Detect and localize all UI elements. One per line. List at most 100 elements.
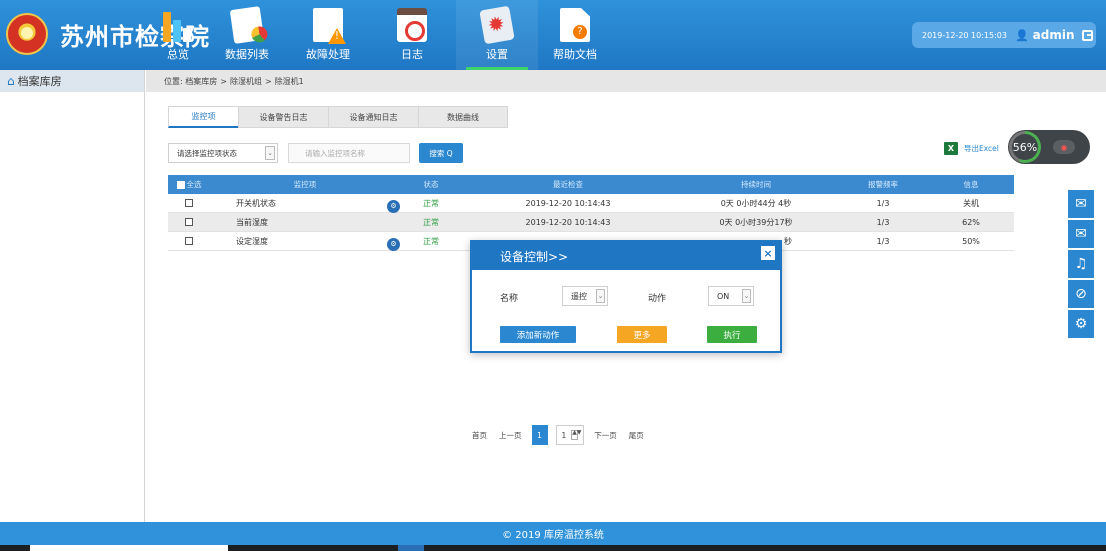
dialog-title: 设备控制>> [500,249,569,264]
breadcrumb-separator: > [264,76,272,86]
cell-status: 正常 [423,198,439,208]
next-page-link[interactable]: 下一页 [588,425,623,445]
nav-log[interactable]: 日志 [368,0,456,70]
select-all-checkbox[interactable] [176,181,185,189]
control-icon[interactable]: ⚙ [387,199,400,213]
row-checkbox[interactable] [185,199,193,207]
nav-label: 数据列表 [225,48,269,61]
execute-button[interactable]: 执行 [707,326,757,343]
header-cell: 信息 [963,180,979,189]
bell-icon[interactable]: ♫ [1068,250,1094,278]
nav-fault-handling[interactable]: 故障处理 [288,0,368,70]
control-icon[interactable]: ⚙ [387,237,400,251]
chevron-down-icon: ⌄ [596,289,605,303]
page-jump-input[interactable]: 1 ▲▼ [555,425,585,445]
breadcrumb-item: 除湿机1 [274,76,304,86]
taskbar-strip [0,545,1106,551]
row-checkbox-cell[interactable] [168,218,210,227]
gauge-percent: 56% [1012,134,1038,160]
table-row: 开关机状态 ⚙ 正常 2019-12-20 10:14:43 0天 0小时44分 … [168,194,1014,213]
dialog-body: 名称 遥控 ⌄ 动作 ON ⌄ 添加新动作 更多 执行 [472,270,780,351]
row-checkbox-cell[interactable] [168,237,210,246]
header-cell: 全选 [186,180,202,189]
sidebar-item-archive-room[interactable]: ⌂ 档案库房 [0,70,144,92]
bar-chart-icon [163,8,193,42]
breadcrumb-prefix: 位置: [164,76,183,86]
user-box: 2019-12-20 10:15:03 👤 admin [912,22,1096,48]
taskbar-block [398,545,424,551]
cell-last-check: 2019-12-20 10:14:43 [525,217,611,227]
cell-name: 设定湿度 ⚙ [210,236,400,251]
logout-icon[interactable] [1081,29,1093,41]
right-toolbar: ✉ ✉ ♫ ⊘ ⚙ [1068,190,1094,340]
usage-gauge: 56% ◉ [1008,130,1090,164]
table-header: 全选 监控项 状态 最近检查 持续时间 报警频率 信息 [168,175,1014,194]
first-page-link[interactable]: 首页 [466,425,493,445]
monitor-name: 当前湿度 [236,217,268,227]
device-control-dialog: 设备控制>> × 名称 遥控 ⌄ 动作 ON ⌄ 添加新动作 更多 执行 [470,240,782,353]
excel-icon: X [944,142,958,155]
nav-help-docs[interactable]: 帮助文档 [538,0,612,70]
action-select[interactable]: ON ⌄ [708,286,754,306]
nav-settings[interactable]: 设置 [456,0,538,70]
filter-row: 请选择监控项状态 ⌄ 请输入监控项名称 搜索 Q [168,142,463,164]
footer-text: © 2019 库房温控系统 [502,530,604,541]
close-icon[interactable]: × [761,246,775,260]
sidebar: ⌂ 档案库房 [0,70,145,522]
header-cell: 最近检查 [553,180,583,189]
breadcrumb-separator: > [220,76,227,86]
prev-page-link[interactable]: 上一页 [493,425,528,445]
name-select[interactable]: 遥控 ⌄ [562,286,608,306]
cell-name: 当前湿度 [210,217,400,228]
username[interactable]: admin [1033,28,1075,42]
tab-data-curve[interactable]: 数据曲线 [418,106,508,128]
tab-monitor-items[interactable]: 监控项 [168,106,238,128]
help-document-icon [560,8,590,42]
gear-icon[interactable]: ⚙ [1068,310,1094,338]
name-select-value: 遥控 [571,291,587,301]
tab-device-warning-log[interactable]: 设备警告日志 [238,106,328,128]
cell-info: 50% [962,236,980,246]
spinner-icon[interactable]: ▲▼ [571,430,582,440]
header-cell: 报警频率 [868,180,898,189]
select-all-header[interactable]: 全选 [168,179,210,190]
taskbar-block [30,545,228,551]
fault-warning-icon [313,8,343,42]
tab-device-notice-log[interactable]: 设备通知日志 [328,106,418,128]
wifi-off-icon[interactable]: ◉ [1053,140,1075,154]
pagination: 首页 上一页 1 1 ▲▼ 下一页 尾页 [466,425,650,445]
breadcrumb: 位置: 档案库房 > 除湿机组 > 除湿机1 [146,70,1106,92]
row-checkbox-cell[interactable] [168,199,210,208]
breadcrumb-item[interactable]: 档案库房 [185,76,217,87]
chevron-down-icon: ⌄ [742,289,751,303]
main-nav: 总览 数据列表 故障处理 日志 设置 帮助文档 [150,0,612,70]
mail-alt-icon[interactable]: ✉ [1068,220,1094,248]
add-action-button[interactable]: 添加新动作 [500,326,576,343]
mail-icon[interactable]: ✉ [1068,190,1094,218]
row-checkbox[interactable] [185,218,193,226]
table-row: 当前湿度 正常 2019-12-20 10:14:43 0天 0小时39分17秒… [168,213,1014,232]
action-select-value: ON [717,291,730,301]
cell-last-check: 2019-12-20 10:14:43 [525,198,611,208]
nav-label: 故障处理 [306,48,350,61]
row-checkbox[interactable] [185,237,193,245]
nav-label: 总览 [167,48,189,61]
export-excel-button[interactable]: X 导出Excel [944,142,999,155]
search-input[interactable]: 请输入监控项名称 [288,143,410,163]
nav-overview[interactable]: 总览 [150,0,206,70]
gauge-ring: 56% [1009,131,1041,163]
status-select-value: 请选择监控项状态 [177,148,237,158]
current-page[interactable]: 1 [531,425,548,445]
header-cell: 监控项 [293,180,317,189]
nav-data-list[interactable]: 数据列表 [206,0,288,70]
breadcrumb-item[interactable]: 除湿机组 [230,76,262,87]
data-list-icon [229,6,265,44]
last-page-link[interactable]: 尾页 [623,425,650,445]
bell-off-icon[interactable]: ⊘ [1068,280,1094,308]
status-select[interactable]: 请选择监控项状态 ⌄ [168,143,278,163]
log-calendar-icon [397,8,427,42]
search-button[interactable]: 搜索 Q [419,143,463,163]
cell-duration: 0天 0小时44分 4秒 [720,198,792,208]
more-button[interactable]: 更多 [617,326,667,343]
monitor-name: 设定湿度 [236,236,268,246]
